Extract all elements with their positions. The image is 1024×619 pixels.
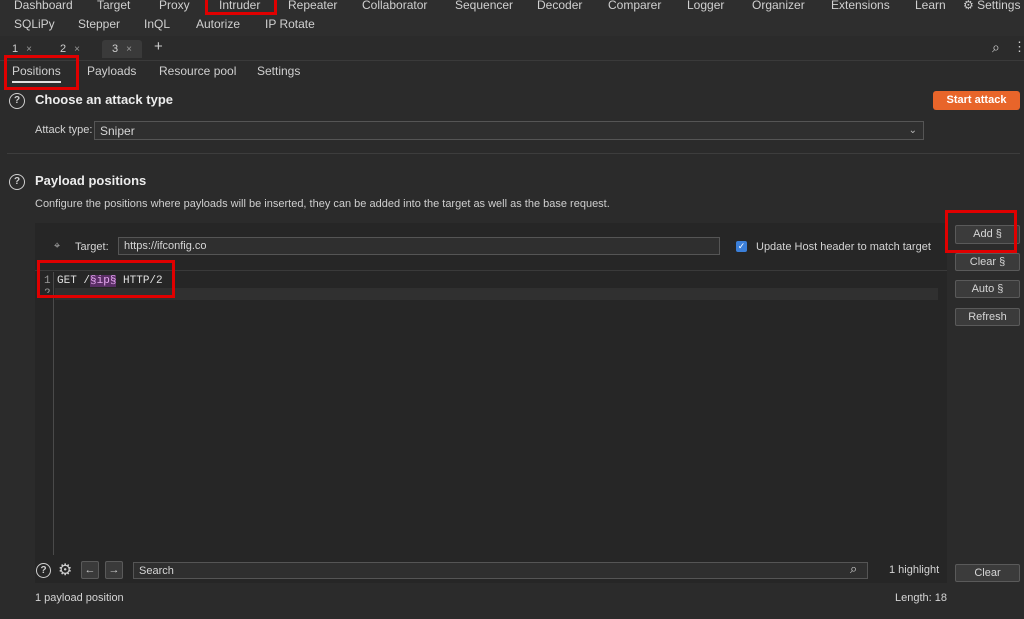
nav-dashboard[interactable]: Dashboard [14,0,73,12]
nav-stepper[interactable]: Stepper [78,17,120,31]
request-length: Length: 18 [895,592,947,604]
chevron-down-icon: ⌄ [908,125,917,136]
close-icon[interactable]: × [126,44,132,55]
nav-target[interactable]: Target [97,0,130,12]
tab-1-label: 1 [12,43,19,55]
nav-decoder[interactable]: Decoder [537,0,582,12]
nav-intruder[interactable]: Intruder [219,0,260,12]
arrow-left-icon[interactable]: ← [81,561,99,579]
auto-payload-markers-button[interactable]: Auto § [955,280,1020,298]
tab-resource-pool[interactable]: Resource pool [159,64,236,78]
top-navigation: Dashboard Target Proxy Intruder Repeater… [0,0,1024,36]
request-editor-panel [35,223,947,583]
search-input[interactable]: Search [133,562,868,579]
nav-collaborator[interactable]: Collaborator [362,0,427,12]
tab-payloads[interactable]: Payloads [87,64,136,78]
tab-3-label: 3 [112,43,119,55]
request-method-path: GET / [57,275,91,287]
help-icon[interactable]: ? [9,93,25,109]
current-line-highlight [55,288,938,300]
tab-2[interactable]: 2 × [54,40,86,58]
gear-icon[interactable]: ⚙ [58,560,72,580]
tab-1[interactable]: 1 × [6,40,38,58]
request-line[interactable]: GET /§ip§ HTTP/2 [57,275,163,287]
nav-learn[interactable]: Learn [915,0,946,12]
payload-marker[interactable]: §ip§ [90,275,117,287]
request-protocol: HTTP/2 [116,275,163,287]
editor-top-border [35,270,947,271]
tab-3[interactable]: 3 × [102,40,142,58]
crosshair-icon: ⌖ [54,240,61,252]
intruder-subtabs: Positions Payloads Resource pool Setting… [0,60,1024,83]
refresh-button[interactable]: Refresh [955,308,1020,326]
attack-type-value: Sniper [100,124,135,138]
attack-type-label: Attack type: [35,124,93,136]
close-icon[interactable]: × [74,44,80,55]
add-tab-button[interactable]: + [148,38,169,56]
more-options-icon[interactable]: ⋮ [1013,39,1024,55]
nav-settings-label: Settings [977,0,1021,12]
highlight-count: 1 highlight [889,564,940,576]
nav-sqlipy[interactable]: SQLiPy [14,17,55,31]
nav-inql[interactable]: InQL [144,17,170,31]
nav-autorize[interactable]: Autorize [196,17,240,31]
gutter-divider [53,272,54,555]
update-host-label: Update Host header to match target [756,241,931,253]
gear-icon: ⚙ [963,0,974,12]
attack-type-heading: Choose an attack type [35,92,173,107]
nav-comparer[interactable]: Comparer [608,0,661,12]
start-attack-button[interactable]: Start attack [933,91,1020,110]
nav-sequencer[interactable]: Sequencer [455,0,513,12]
tab-2-label: 2 [60,43,67,55]
nav-settings[interactable]: ⚙ Settings [963,0,1020,12]
tab-positions[interactable]: Positions [12,64,61,83]
target-input[interactable]: https://ifconfig.co [118,237,720,255]
nav-proxy[interactable]: Proxy [159,0,190,12]
target-label: Target: [75,241,109,253]
nav-logger[interactable]: Logger [687,0,724,12]
attack-type-select[interactable]: Sniper ⌄ [94,121,924,140]
payload-positions-description: Configure the positions where payloads w… [35,198,610,210]
line-number: 2 [44,288,51,293]
arrow-right-icon[interactable]: → [105,561,123,579]
help-icon[interactable]: ? [36,563,51,578]
line-number: 1 [44,275,51,287]
intruder-tabs: 1 × 2 × 3 × + ⌕ ⋮ [0,38,1024,61]
clear-payload-markers-button[interactable]: Clear § [955,253,1020,271]
section-divider [7,153,1020,154]
search-icon[interactable]: ⌕ [850,561,857,577]
nav-ip-rotate[interactable]: IP Rotate [265,17,315,31]
payload-positions-heading: Payload positions [35,173,147,188]
help-icon[interactable]: ? [9,174,25,190]
update-host-checkbox[interactable]: ✓ [736,241,747,252]
add-payload-marker-button[interactable]: Add § [955,225,1020,244]
payload-position-count: 1 payload position [35,592,124,604]
nav-organizer[interactable]: Organizer [752,0,805,12]
nav-extensions[interactable]: Extensions [831,0,890,12]
close-icon[interactable]: × [26,44,32,55]
search-icon[interactable]: ⌕ [992,39,1000,56]
tab-settings[interactable]: Settings [257,64,300,78]
clear-button[interactable]: Clear [955,564,1020,582]
nav-repeater[interactable]: Repeater [288,0,337,12]
